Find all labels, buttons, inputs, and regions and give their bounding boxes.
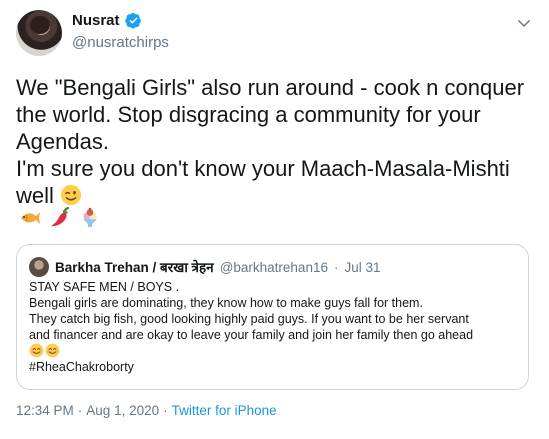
tweet-card: Nusrat @nusratchirps We "Bengali Girls" … — [0, 0, 549, 439]
tweet-meta: 12:34 PM · Aug 1, 2020 · Twitter for iPh… — [16, 403, 277, 418]
fish-icon — [21, 212, 40, 224]
quoted-emoji-line — [29, 343, 524, 359]
author-handle[interactable]: @nusratchirps — [72, 34, 169, 51]
author-display-name[interactable]: Nusrat — [72, 12, 120, 29]
author-avatar[interactable] — [16, 10, 62, 56]
winking-face-icon — [60, 184, 82, 206]
quoted-line: Bengali girls are dominating, they know … — [29, 296, 423, 310]
quoted-date: Jul 31 — [344, 259, 381, 275]
quoted-line: and financer and are okay to leave your … — [29, 328, 474, 342]
author-name-row: Nusrat — [72, 12, 142, 29]
chevron-down-icon[interactable] — [515, 14, 533, 32]
smiling-face-icon — [45, 343, 60, 358]
tweet-date[interactable]: Aug 1, 2020 — [86, 403, 159, 418]
tweet-body: We "Bengali Girls" also run around - coo… — [16, 75, 525, 208]
quoted-line: STAY SAFE MEN / BOYS . — [29, 280, 180, 294]
ice-cream-icon — [83, 207, 97, 227]
meta-separator: · — [77, 403, 83, 418]
quoted-text: STAY SAFE MEN / BOYS . Bengali girls are… — [29, 279, 524, 375]
quoted-separator: · — [333, 259, 339, 275]
emoji-row — [18, 206, 102, 230]
meta-separator: · — [163, 403, 168, 418]
verified-badge-icon — [124, 12, 141, 29]
hot-pepper-icon — [51, 207, 69, 227]
quoted-line: They catch big fish, good looking highly… — [29, 312, 469, 326]
tweet-source-link[interactable]: Twitter for iPhone — [172, 403, 277, 418]
quoted-header: Barkha Trehan / बरखा त्रेहन @barkhatreha… — [29, 257, 381, 277]
quoted-author-avatar — [29, 257, 49, 277]
quoted-author-name: Barkha Trehan / बरखा त्रेहन — [55, 260, 214, 275]
tweet-text: We "Bengali Girls" also run around - coo… — [16, 74, 536, 209]
tweet-time[interactable]: 12:34 PM — [16, 403, 74, 418]
quoted-hashtag[interactable]: #RheaChakroborty — [29, 359, 524, 375]
quoted-tweet[interactable]: Barkha Trehan / बरखा त्रेहन @barkhatreha… — [16, 244, 529, 390]
smiling-face-icon — [29, 343, 44, 358]
quoted-author-handle: @barkhatrehan16 — [219, 259, 328, 275]
